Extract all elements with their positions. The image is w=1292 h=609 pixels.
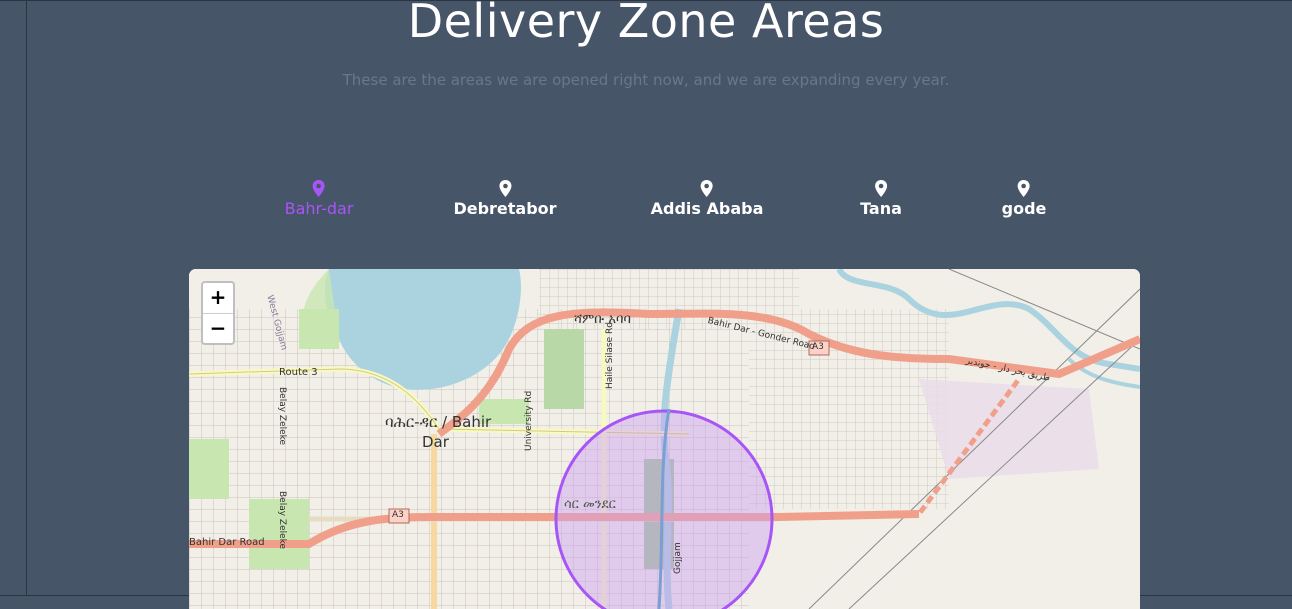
delivery-zone-map[interactable]: + − ባሕር-ዳር / Bahir Dar Route 3 A3 A3 Bah… xyxy=(189,269,1140,609)
map-label-belay-zeleke-2: Belay Zeleke xyxy=(277,491,287,550)
location-pin-icon xyxy=(875,180,887,197)
map-label-haile-selase-rd: Haile Silase Rd xyxy=(605,322,615,389)
zoom-out-button[interactable]: − xyxy=(203,313,233,344)
map-label-route3: Route 3 xyxy=(279,367,318,378)
location-pin-icon xyxy=(701,180,713,197)
location-pin-icon xyxy=(1018,180,1030,197)
tab-addis-ababa[interactable]: Addis Ababa xyxy=(650,180,764,218)
page-title: Delivery Zone Areas xyxy=(407,0,885,48)
map-label-bahir-dar-road: Bahir Dar Road xyxy=(189,537,265,548)
tab-gode[interactable]: gode xyxy=(1001,180,1047,218)
map-label-city-2: Dar xyxy=(422,433,449,451)
tab-label: gode xyxy=(1001,199,1047,218)
tab-label: Bahr-dar xyxy=(284,199,354,218)
zoom-in-button[interactable]: + xyxy=(203,283,233,313)
zoom-control: + − xyxy=(201,281,235,345)
tab-debretabor[interactable]: Debretabor xyxy=(453,180,557,218)
tab-label: Tana xyxy=(860,199,902,218)
map-label-city: ባሕር-ዳር / Bahir xyxy=(385,413,492,431)
map-label-zone-area: ሳር መንደር xyxy=(564,497,616,512)
tab-tana[interactable]: Tana xyxy=(860,180,902,218)
left-border xyxy=(26,0,27,596)
map-label-north-area: ሻምቡ አባባ xyxy=(574,312,631,327)
tab-bahr-dar[interactable]: Bahr-dar xyxy=(284,180,354,218)
page-subtitle: These are the areas we are opened right … xyxy=(342,71,950,89)
tab-label: Debretabor xyxy=(453,199,557,218)
map-label-a3-left: A3 xyxy=(392,510,404,520)
location-pin-icon xyxy=(498,180,511,197)
map-label-gojjam-rd: Gojjam xyxy=(673,542,683,574)
map-tiles xyxy=(189,269,1140,609)
location-pin-icon xyxy=(312,180,325,197)
location-tabs: Bahr-dar Debretabor Addis Ababa Tana god… xyxy=(0,180,1292,220)
map-label-university-rd: University Rd xyxy=(524,390,534,451)
tab-label: Addis Ababa xyxy=(650,199,764,218)
map-label-belay-zeleke-1: Belay Zeleke xyxy=(277,387,287,446)
